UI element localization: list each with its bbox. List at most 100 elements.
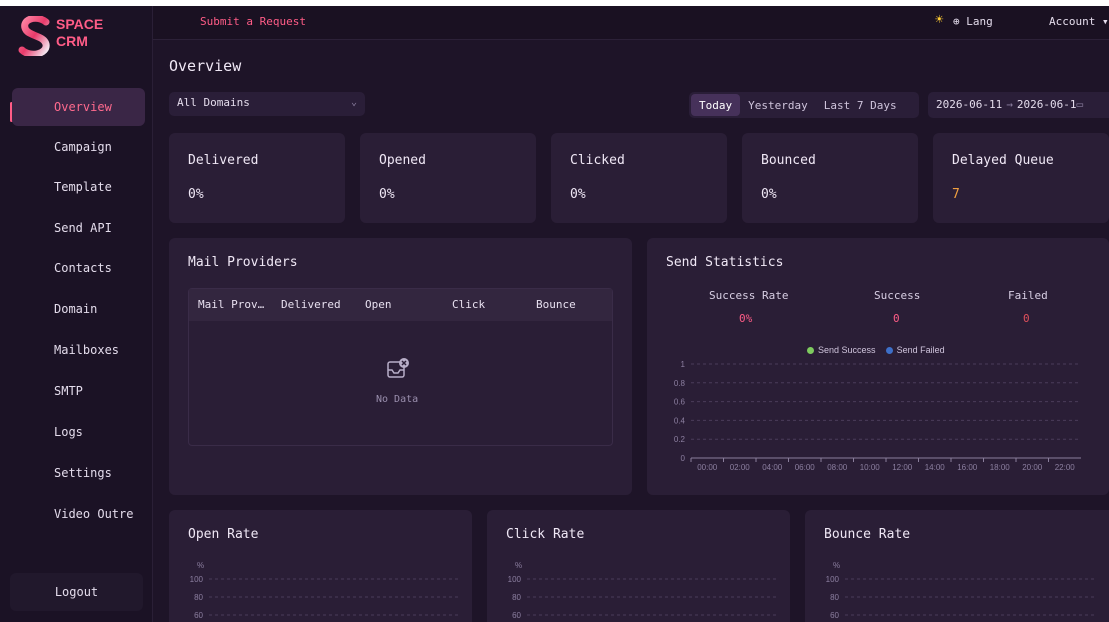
legend-swatch [807, 347, 814, 354]
date-range-picker[interactable]: 2026-06-11 → 2026-06-1▭ [928, 92, 1109, 118]
column-header[interactable]: Click [452, 298, 485, 311]
bounce-rate-panel: Bounce Rate % 100 80 60 [805, 510, 1109, 622]
y-tick-label: 80 [194, 593, 203, 602]
x-tick-label: 00:00 [697, 463, 718, 472]
sidebar-item-smtp[interactable]: SMTP [0, 372, 153, 410]
y-tick-label: 100 [826, 575, 840, 584]
y-tick-label: 100 [190, 575, 204, 584]
legend-item[interactable]: Send Success [807, 345, 876, 355]
bounce-rate-chart: % 100 80 60 [826, 561, 1095, 620]
x-tick-label: 04:00 [762, 463, 783, 472]
y-tick-label: 0 [681, 454, 686, 463]
sidebar-item-logs[interactable]: Logs [0, 413, 153, 451]
y-tick-label: 0.8 [674, 379, 686, 388]
x-tick-label: 16:00 [957, 463, 978, 472]
sidebar-item-send-api[interactable]: Send API [0, 209, 153, 247]
mail-providers-panel: Mail Providers Mail Prov… Delivered Open… [169, 238, 632, 495]
legend-item[interactable]: Send Failed [885, 345, 945, 355]
sidebar-item-mailboxes[interactable]: Mailboxes [0, 331, 153, 369]
x-tick-label: 18:00 [990, 463, 1011, 472]
y-tick-label: 0.4 [674, 416, 686, 425]
panel-title: Send Statistics [666, 255, 784, 270]
sun-icon[interactable]: ☀ [935, 12, 943, 28]
panel-title: Open Rate [188, 527, 259, 542]
click-rate-panel: Click Rate % 100 80 60 [487, 510, 790, 622]
brand-name: SPACE CRM [56, 16, 103, 50]
send-statistics-panel: Send Statistics Success Rate Success Fai… [647, 238, 1109, 495]
page-title: Overview [169, 57, 242, 75]
metric-label: Success Rate [709, 289, 789, 302]
x-tick-label: 10:00 [860, 463, 881, 472]
click-rate-chart: % 100 80 60 [508, 561, 777, 620]
stat-value: 7 [952, 187, 960, 202]
tab-today[interactable]: Today [691, 94, 741, 116]
empty-inbox-icon [387, 358, 409, 378]
x-tick-label: 12:00 [892, 463, 913, 472]
tab-yesterday[interactable]: Yesterday [740, 94, 816, 116]
stat-label: Delivered [188, 153, 259, 168]
table-header: Mail Prov… Delivered Open Click Bounce [189, 289, 612, 321]
stat-label: Clicked [570, 153, 625, 168]
stat-card-clicked: Clicked 0% [551, 133, 727, 223]
empty-state-text: No Data [376, 394, 419, 405]
x-tick-label: 20:00 [1022, 463, 1043, 472]
panel-title: Click Rate [506, 527, 585, 542]
sidebar-item-overview[interactable]: Overview [12, 88, 145, 126]
domain-select[interactable]: All Domains ⌄ [169, 92, 365, 116]
submit-request-link[interactable]: Submit a Request [200, 15, 306, 28]
y-tick-label: 60 [512, 611, 521, 620]
y-tick-label: 60 [830, 611, 839, 620]
date-end: 2026-06-1 [1016, 98, 1077, 111]
panel-title: Bounce Rate [824, 527, 911, 542]
logout-button[interactable]: Logout [10, 573, 143, 611]
arrow-right-icon: → [1006, 98, 1013, 111]
send-statistics-chart: 0 0.2 0.4 0.6 0.8 1 00:00 02:00 04:00 06:00 08:00 1… [674, 360, 1081, 472]
column-header[interactable]: Open [365, 298, 392, 311]
column-header[interactable]: Delivered [281, 298, 341, 311]
x-tick-label: 02:00 [730, 463, 751, 472]
account-menu[interactable]: Account ▾ [1049, 15, 1109, 28]
metric-label: Failed [1008, 289, 1048, 302]
y-tick-label: 60 [194, 611, 203, 620]
calendar-icon: ▭ [1076, 98, 1084, 111]
logo-s-icon [18, 16, 50, 56]
sidebar-item-contacts[interactable]: Contacts [0, 249, 153, 287]
sidebar-item-domain[interactable]: Domain [0, 290, 153, 328]
logo[interactable]: SPACE CRM [18, 14, 148, 64]
sidebar-item-video-outre[interactable]: Video Outre [0, 495, 153, 533]
metric-value: 0% [739, 312, 753, 325]
mail-providers-table: Mail Prov… Delivered Open Click Bounce N… [188, 288, 613, 446]
stat-value: 0% [379, 187, 395, 202]
sidebar-item-settings[interactable]: Settings [0, 454, 153, 492]
open-rate-chart: % 100 80 60 [190, 561, 459, 620]
y-tick-label: 1 [681, 360, 686, 369]
top-header: Submit a Request ☀ ⊕ Lang Account ▾ [153, 6, 1109, 40]
y-tick-label: 0.2 [674, 435, 686, 444]
sidebar: SPACE CRM Overview Campaign Template Sen… [0, 6, 153, 622]
brand-line2: CRM [56, 33, 88, 49]
y-axis-unit: % [833, 561, 840, 570]
y-axis-unit: % [515, 561, 522, 570]
brand-line1: SPACE [56, 16, 104, 32]
legend-swatch [885, 347, 893, 354]
x-tick-label: 14:00 [925, 463, 946, 472]
y-tick-label: 80 [512, 593, 521, 602]
metric-label: Success [874, 289, 921, 302]
domain-select-value: All Domains [177, 96, 250, 109]
stat-label: Delayed Queue [952, 153, 1054, 168]
stat-label: Bounced [761, 153, 816, 168]
sidebar-item-campaign[interactable]: Campaign [0, 128, 153, 166]
chart-legend: Send Success Send Failed [807, 345, 945, 355]
y-tick-label: 0.6 [674, 398, 686, 407]
y-tick-label: 80 [830, 593, 839, 602]
legend-label: Send Failed [896, 345, 945, 355]
y-axis-unit: % [197, 561, 204, 570]
stat-value: 0% [761, 187, 777, 202]
stat-card-bounced: Bounced 0% [742, 133, 918, 223]
column-header[interactable]: Bounce [536, 298, 576, 311]
column-header[interactable]: Mail Prov… [198, 298, 264, 311]
tab-last-7-days[interactable]: Last 7 Days [816, 94, 905, 116]
date-start: 2026-06-11 [936, 98, 1003, 111]
sidebar-item-template[interactable]: Template [0, 168, 153, 206]
lang-button[interactable]: ⊕ Lang [953, 15, 993, 28]
